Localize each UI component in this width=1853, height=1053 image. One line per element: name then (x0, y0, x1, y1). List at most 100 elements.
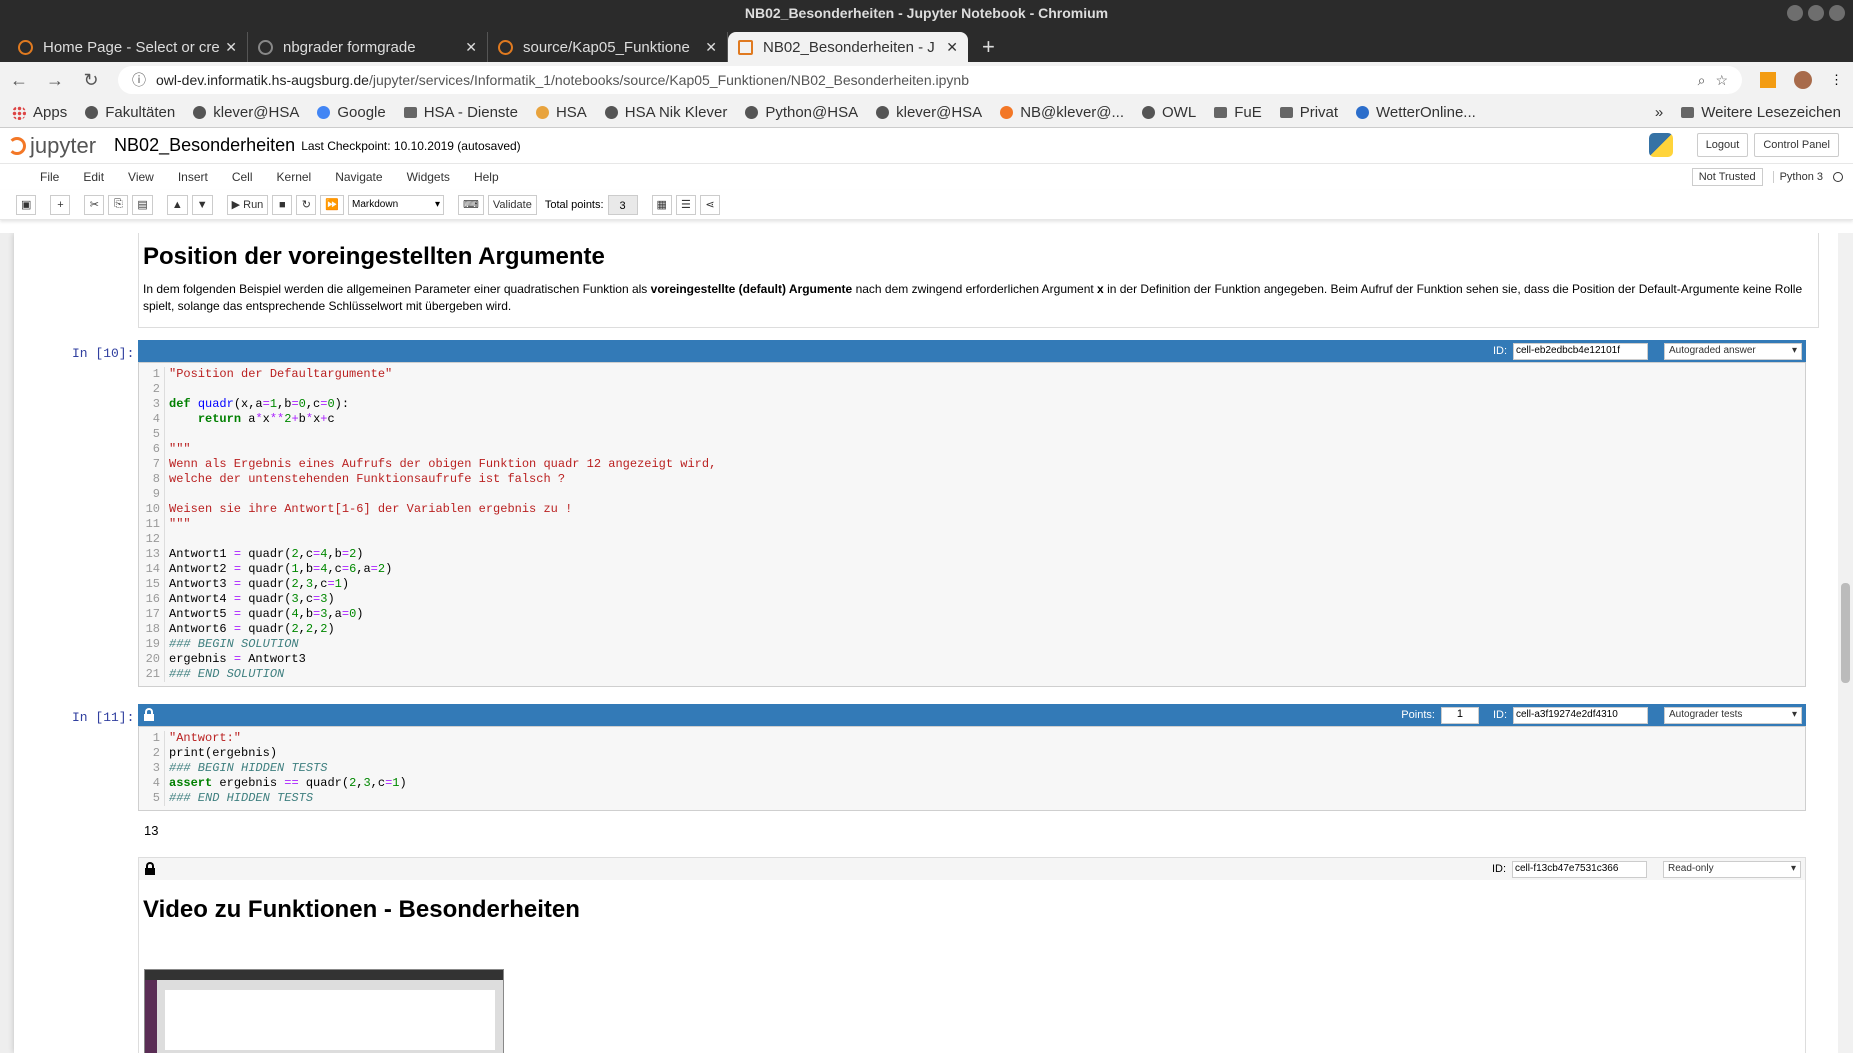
points-input[interactable]: 1 (1440, 706, 1479, 724)
calculator-icon[interactable]: ▦ (651, 194, 672, 215)
share-icon[interactable]: ⋖ (699, 194, 720, 215)
cell-type-dropdown[interactable]: Autograder tests ▾ (1664, 706, 1802, 724)
menu-view[interactable]: View (116, 170, 166, 184)
cell-type-dropdown[interactable]: Read-only ▾ (1663, 860, 1801, 878)
validate-button[interactable]: Validate (487, 194, 537, 215)
bookmarks-overflow[interactable]: » (1655, 104, 1663, 121)
globe-icon (85, 106, 99, 119)
bookmark-item[interactable]: klever@HSA (193, 104, 299, 121)
cell-type-dropdown[interactable]: Autograded answer ▾ (1664, 342, 1802, 360)
menu-kernel[interactable]: Kernel (265, 170, 324, 184)
browser-tab[interactable]: source/Kap05_Funktione ✕ (488, 32, 728, 62)
line-number: 2 (152, 382, 160, 396)
menu-edit[interactable]: Edit (71, 170, 116, 184)
markdown-cell[interactable]: Position der voreingestellten Argumente … (138, 233, 1819, 328)
bookmark-item[interactable]: OWL (1142, 104, 1196, 121)
menu-help[interactable]: Help (462, 170, 511, 184)
notebook-name[interactable]: NB02_Besonderheiten (114, 135, 295, 156)
code-cell-10[interactable]: ID: cell-eb2edbcb4e12101f Autograded ans… (138, 340, 1806, 687)
line-number: 18 (145, 622, 160, 636)
control-panel-button[interactable]: Control Panel (1754, 133, 1839, 157)
bookmark-apps[interactable]: Apps (12, 104, 67, 121)
trusted-badge[interactable]: Not Trusted (1691, 168, 1763, 186)
restart-icon[interactable]: ↻ (296, 194, 317, 215)
browser-tab[interactable]: nbgrader formgrade ✕ (248, 32, 488, 62)
move-up-icon[interactable]: ▲ (166, 194, 188, 215)
close-icon[interactable]: ✕ (946, 39, 958, 56)
cell-id-input[interactable]: cell-eb2edbcb4e12101f (1513, 342, 1648, 360)
code-editor[interactable]: 1 2 3 4 5 6 7 8 9 10 11 12 13 14 15 16 17 18 19 20 21 "Posit… (138, 362, 1806, 687)
bookmark-other[interactable]: Weitere Lesezeichen (1681, 104, 1841, 121)
url-host: owl-dev.informatik.hs-augsburg.de (156, 72, 369, 88)
cut-icon[interactable]: ✂ (84, 194, 105, 215)
bookmark-item[interactable]: Google (317, 104, 386, 121)
code-cell-11[interactable]: Points: 1 ID: cell-a3f19274e2df4310 Auto… (138, 704, 1806, 811)
kernel-idle-icon (1833, 172, 1843, 182)
list-icon[interactable]: ☰ (675, 194, 696, 215)
bookmark-item[interactable]: Python@HSA (745, 104, 858, 121)
info-icon[interactable]: ⓘ (132, 70, 146, 90)
minimize-button[interactable] (1787, 5, 1803, 21)
bookmark-item[interactable]: Fakultäten (85, 104, 175, 121)
keyboard-icon[interactable]: ⌨ (458, 194, 484, 215)
bookmark-item[interactable]: WetterOnline... (1356, 104, 1476, 121)
cell-type-value: Markdown (352, 198, 399, 210)
bookmark-folder[interactable]: Privat (1279, 104, 1338, 121)
line-number: 11 (145, 517, 160, 531)
close-window-button[interactable] (1829, 5, 1845, 21)
cell-type-select[interactable]: Markdown ▾ (348, 194, 445, 215)
jupyter-logo[interactable]: jupyter (8, 133, 96, 159)
bookmark-item[interactable]: klever@HSA (876, 104, 982, 121)
code-line: Antwort2 = quadr(1,b=4,c=6,a=2) (169, 562, 393, 576)
bookmark-folder[interactable]: HSA - Dienste (403, 104, 518, 121)
close-icon[interactable]: ✕ (705, 39, 717, 56)
scrollbar-thumb[interactable] (1841, 583, 1850, 683)
code-editor[interactable]: 12345 "Antwort:" print(ergebnis) ### BEGIN… (138, 726, 1806, 811)
url-input[interactable]: ⓘ owl-dev.informatik.hs-augsburg.de/jupy… (118, 66, 1742, 94)
bookmark-folder[interactable]: FuE (1214, 104, 1262, 121)
close-icon[interactable]: ✕ (225, 39, 237, 56)
new-tab-button[interactable]: + (968, 32, 1009, 62)
move-down-icon[interactable]: ▼ (191, 194, 213, 215)
bookmark-item[interactable]: NB@klever@... (1000, 104, 1124, 121)
menu-navigate[interactable]: Navigate (323, 170, 394, 184)
logout-button[interactable]: Logout (1696, 133, 1749, 157)
menu-insert[interactable]: Insert (166, 170, 220, 184)
paste-icon[interactable]: ▤ (132, 194, 153, 215)
zoom-icon[interactable]: ⌕ (1698, 72, 1706, 89)
forward-icon[interactable]: → (46, 70, 64, 91)
extension-icon[interactable] (1760, 72, 1776, 88)
video-thumbnail[interactable] (144, 969, 504, 1053)
copy-icon[interactable]: ⎘ (108, 194, 129, 215)
code-line: "Position der Defaultargumente" (169, 367, 393, 381)
code-line: Wenn als Ergebnis eines Aufrufs der obig… (169, 457, 717, 471)
close-icon[interactable]: ✕ (465, 39, 477, 56)
menu-file[interactable]: File (28, 170, 71, 184)
cell-id-input[interactable]: cell-a3f19274e2df4310 (1513, 706, 1648, 724)
kernel-name[interactable]: Python 3 (1772, 171, 1823, 183)
menu-icon[interactable]: ⋮ (1830, 72, 1843, 88)
back-icon[interactable]: ← (10, 70, 28, 91)
bookmark-item[interactable]: HSA Nik Klever (604, 104, 727, 121)
reload-icon[interactable]: ↻ (82, 70, 100, 91)
avatar[interactable] (1794, 71, 1812, 89)
menu-widgets[interactable]: Widgets (395, 170, 462, 184)
star-icon[interactable]: ☆ (1715, 72, 1728, 89)
save-icon[interactable]: ▣ (16, 194, 37, 215)
run-button[interactable]: ▶ Run (226, 194, 269, 215)
line-number: 2 (152, 746, 160, 760)
bookmark-label: klever@HSA (896, 104, 983, 121)
menu-cell[interactable]: Cell (220, 170, 265, 184)
browser-tab[interactable]: Home Page - Select or cre ✕ (8, 32, 248, 62)
add-cell-icon[interactable]: + (50, 194, 71, 215)
cell-id-input[interactable]: cell-f13cb47e7531c366 (1512, 860, 1647, 878)
maximize-button[interactable] (1808, 5, 1824, 21)
browser-tab-active[interactable]: NB02_Besonderheiten - J ✕ (728, 32, 968, 62)
text-span: In dem folgenden Beispiel werden die all… (143, 282, 651, 296)
fast-forward-icon[interactable]: ⏩ (320, 194, 345, 215)
folder-icon (1214, 107, 1228, 118)
page-scrollbar[interactable] (1838, 233, 1853, 1053)
bookmark-item[interactable]: HSA (535, 104, 587, 121)
stop-icon[interactable]: ■ (272, 194, 293, 215)
